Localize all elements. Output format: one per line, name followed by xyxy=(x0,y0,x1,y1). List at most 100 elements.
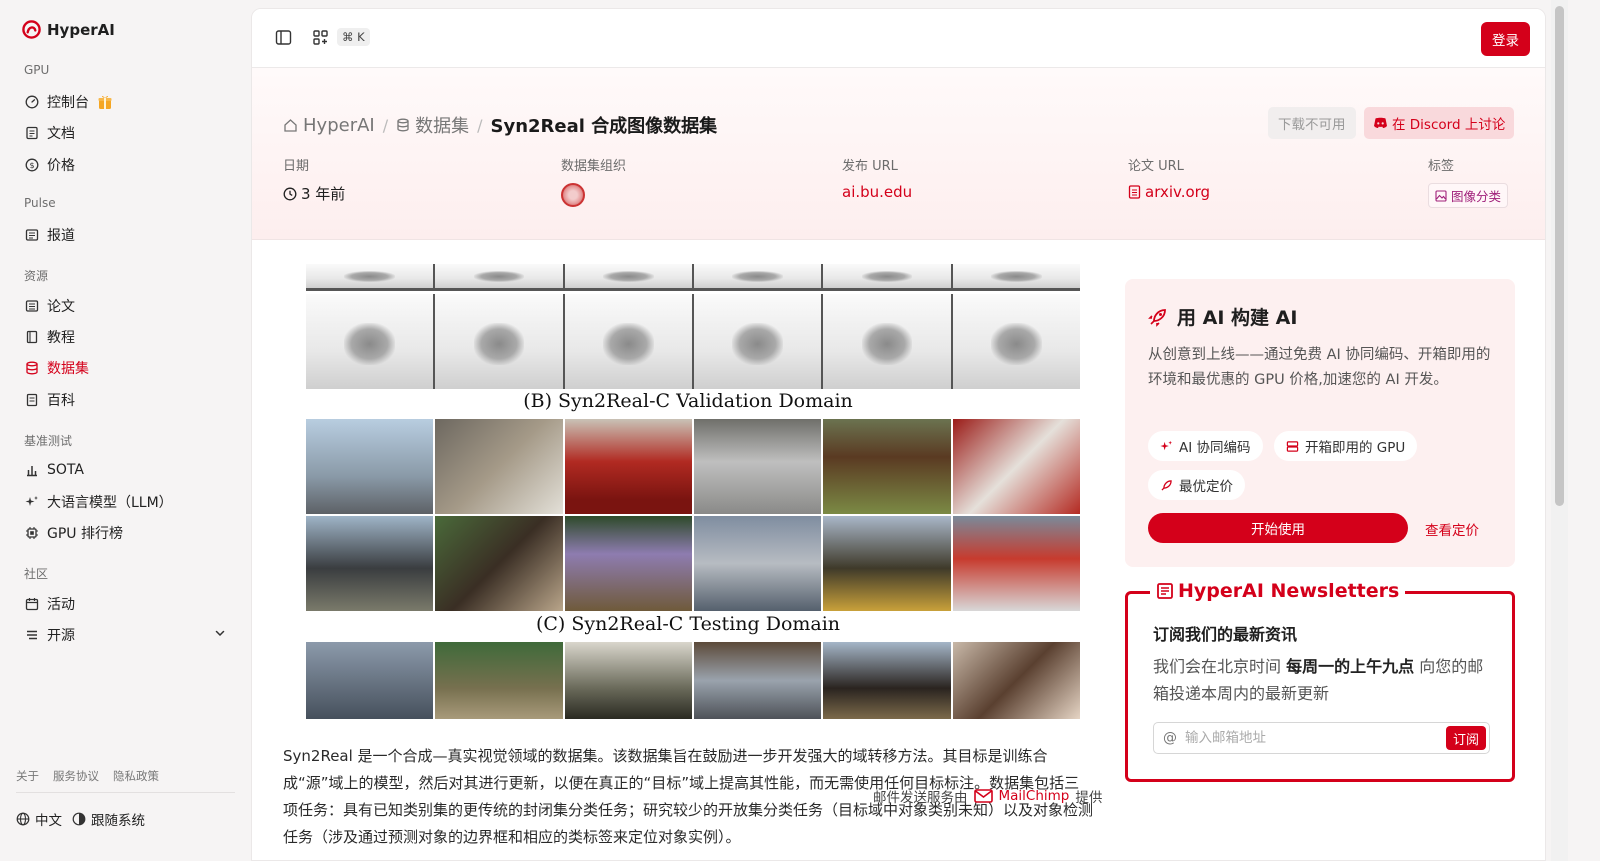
sidebar-item-opensource[interactable]: 开源 xyxy=(16,621,236,649)
figure-cell-horse xyxy=(823,642,953,719)
organization-seal-icon[interactable] xyxy=(561,183,585,207)
sparkles-icon xyxy=(25,495,39,509)
sidebar-item-tutorials[interactable]: 教程 xyxy=(16,323,236,351)
meta-tags-label: 标签 xyxy=(1428,159,1455,174)
publish-url-link[interactable]: ai.bu.edu xyxy=(842,183,912,201)
sidebar-item-llm[interactable]: 大语言模型（LLM） xyxy=(16,488,236,516)
email-field: @ 订阅 xyxy=(1153,722,1490,754)
sidebar-item-pricing[interactable]: $ 价格 xyxy=(16,151,236,179)
mailchimp-link[interactable]: MailChimp xyxy=(999,788,1070,804)
about-link[interactable]: 关于 xyxy=(16,768,39,784)
breadcrumb-datasets-label: 数据集 xyxy=(415,116,470,137)
sidebar-group-benchmark: 基准测试 xyxy=(24,434,73,448)
sidebar-item-sota[interactable]: SOTA xyxy=(16,456,236,484)
sidebar: HyperAI GPU 控制台 文档 $ 价格 Pulse 报道 资源 论文 教… xyxy=(0,0,251,861)
figure-label-testing: (C) Syn2Real-C Testing Domain xyxy=(535,613,841,635)
terms-link[interactable]: 服务协议 xyxy=(53,768,99,784)
mail-footer-post: 提供 xyxy=(1075,790,1103,806)
at-sign-icon: @ xyxy=(1163,730,1177,746)
discord-button[interactable]: 在 Discord 上讨论 xyxy=(1364,107,1515,139)
sidebar-item-wiki[interactable]: 百科 xyxy=(16,386,236,414)
sidebar-item-news[interactable]: 报道 xyxy=(16,221,236,249)
database-icon xyxy=(25,361,39,375)
rocket-icon xyxy=(1148,308,1166,327)
paper-url-value: arxiv.org xyxy=(1145,183,1211,201)
document-icon xyxy=(25,126,39,140)
language-switch[interactable]: 中文 xyxy=(16,809,62,829)
mail-icon xyxy=(973,789,993,803)
wiki-icon xyxy=(25,393,39,407)
sidebar-item-gpu-rank[interactable]: GPU 排行榜 xyxy=(16,519,236,547)
figure-cell-motorcycle xyxy=(306,516,436,611)
sparkles-icon xyxy=(1160,440,1173,450)
hyperai-logo-icon xyxy=(22,20,41,39)
paper-url-link[interactable]: arxiv.org xyxy=(1128,183,1210,201)
newspaper-icon xyxy=(1157,583,1173,599)
meta-paper: 论文 URL arxiv.org xyxy=(1128,155,1210,201)
gauge-icon xyxy=(25,95,39,109)
sidebar-item-docs[interactable]: 文档 xyxy=(16,119,236,147)
rocket-icon xyxy=(1161,479,1172,491)
newsletter-text: 我们会在北京时间 每周一的上午九点 向您的邮箱投递本周内的最新更新 xyxy=(1153,653,1498,707)
subscribe-button[interactable]: 订阅 xyxy=(1445,726,1486,750)
meta-publish: 发布 URL ai.bu.edu xyxy=(842,155,912,201)
book-icon xyxy=(25,330,39,344)
sidebar-group-pulse: Pulse xyxy=(24,196,56,210)
breadcrumb-separator: / xyxy=(382,115,389,135)
pill-pricing[interactable]: 最优定价 xyxy=(1148,470,1245,500)
apps-grid-icon[interactable] xyxy=(310,27,330,47)
figure-label-validation: (B) Syn2Real-C Validation Domain xyxy=(523,390,853,412)
sidebar-item-label: 活动 xyxy=(47,597,75,613)
brand[interactable]: HyperAI xyxy=(22,20,115,39)
sidebar-group-gpu: GPU xyxy=(24,63,50,77)
breadcrumb-datasets[interactable]: 数据集 xyxy=(396,112,469,138)
pill-gpu[interactable]: 开箱即用的 GPU xyxy=(1274,431,1418,461)
chevron-down-icon[interactable] xyxy=(214,627,226,643)
sidebar-item-label: 价格 xyxy=(47,158,75,174)
theme-icon xyxy=(72,812,86,826)
breadcrumb-home[interactable]: HyperAI xyxy=(283,115,375,136)
view-pricing-link[interactable]: 查看定价 xyxy=(1425,519,1479,539)
scrollbar-thumb[interactable] xyxy=(1555,6,1564,506)
sidebar-item-papers[interactable]: 论文 xyxy=(16,292,236,320)
sidebar-item-events[interactable]: 活动 xyxy=(16,590,236,618)
figure-cell-train xyxy=(823,294,953,389)
tag-image-classification[interactable]: 图像分类 xyxy=(1428,183,1509,208)
sidebar-item-datasets[interactable]: 数据集 xyxy=(16,354,236,382)
pill-label: 最优定价 xyxy=(1179,479,1233,495)
theme-switch[interactable]: 跟随系统 xyxy=(72,809,145,829)
dataset-header: HyperAI / 数据集 / Syn2Real 合成图像数据集 下载不可用 在… xyxy=(252,68,1545,240)
sidebar-item-label: 大语言模型（LLM） xyxy=(47,495,173,511)
pill-label: AI 协同编码 xyxy=(1179,440,1251,456)
meta-paper-label: 论文 URL xyxy=(1128,159,1184,174)
figure-cell-knife xyxy=(952,642,1080,719)
sidebar-item-label: 教程 xyxy=(47,330,75,346)
brand-name: HyperAI xyxy=(47,20,115,39)
shortcut-hint[interactable]: ⌘ K xyxy=(337,28,370,46)
figure-row-validation-1 xyxy=(306,419,1080,514)
newsletter-box: HyperAI Newsletters 订阅我们的最新资讯 我们会在北京时间 每… xyxy=(1125,580,1515,782)
pill-ai-coding[interactable]: AI 协同编码 xyxy=(1148,431,1263,461)
sidebar-toggle-icon[interactable] xyxy=(273,27,293,47)
figure-cell-plant xyxy=(564,294,694,389)
privacy-link[interactable]: 隐私政策 xyxy=(113,768,159,784)
discord-label: 在 Discord 上讨论 xyxy=(1392,117,1506,133)
sidebar-item-label: SOTA xyxy=(47,462,84,478)
dataset-preview-image: (B) Syn2Real-C Validation Domain (C) Syn… xyxy=(283,264,1093,719)
figure-row-source xyxy=(306,294,1080,389)
meta-org-value-row xyxy=(561,183,626,207)
meta-date: 日期 3 年前 xyxy=(283,155,345,204)
email-input[interactable] xyxy=(1185,730,1425,746)
figure-cell-airplane xyxy=(306,419,436,514)
sidebar-item-console[interactable]: 控制台 xyxy=(16,88,236,116)
download-unavailable-button: 下载不可用 xyxy=(1268,107,1356,139)
start-button[interactable]: 开始使用 xyxy=(1148,513,1408,543)
figure-row-validation-2 xyxy=(306,516,1080,611)
main-panel: ⌘ K 登录 HyperAI / 数据集 / Syn2Real 合成图像数据集 … xyxy=(251,8,1546,861)
calendar-icon xyxy=(25,597,39,611)
sidebar-group-resources: 资源 xyxy=(24,269,49,283)
newsletter-subtitle: 订阅我们的最新资讯 xyxy=(1153,625,1298,644)
newsletter-title: HyperAI Newsletters xyxy=(1178,580,1400,602)
clock-icon xyxy=(283,187,297,200)
login-button[interactable]: 登录 xyxy=(1481,22,1530,56)
